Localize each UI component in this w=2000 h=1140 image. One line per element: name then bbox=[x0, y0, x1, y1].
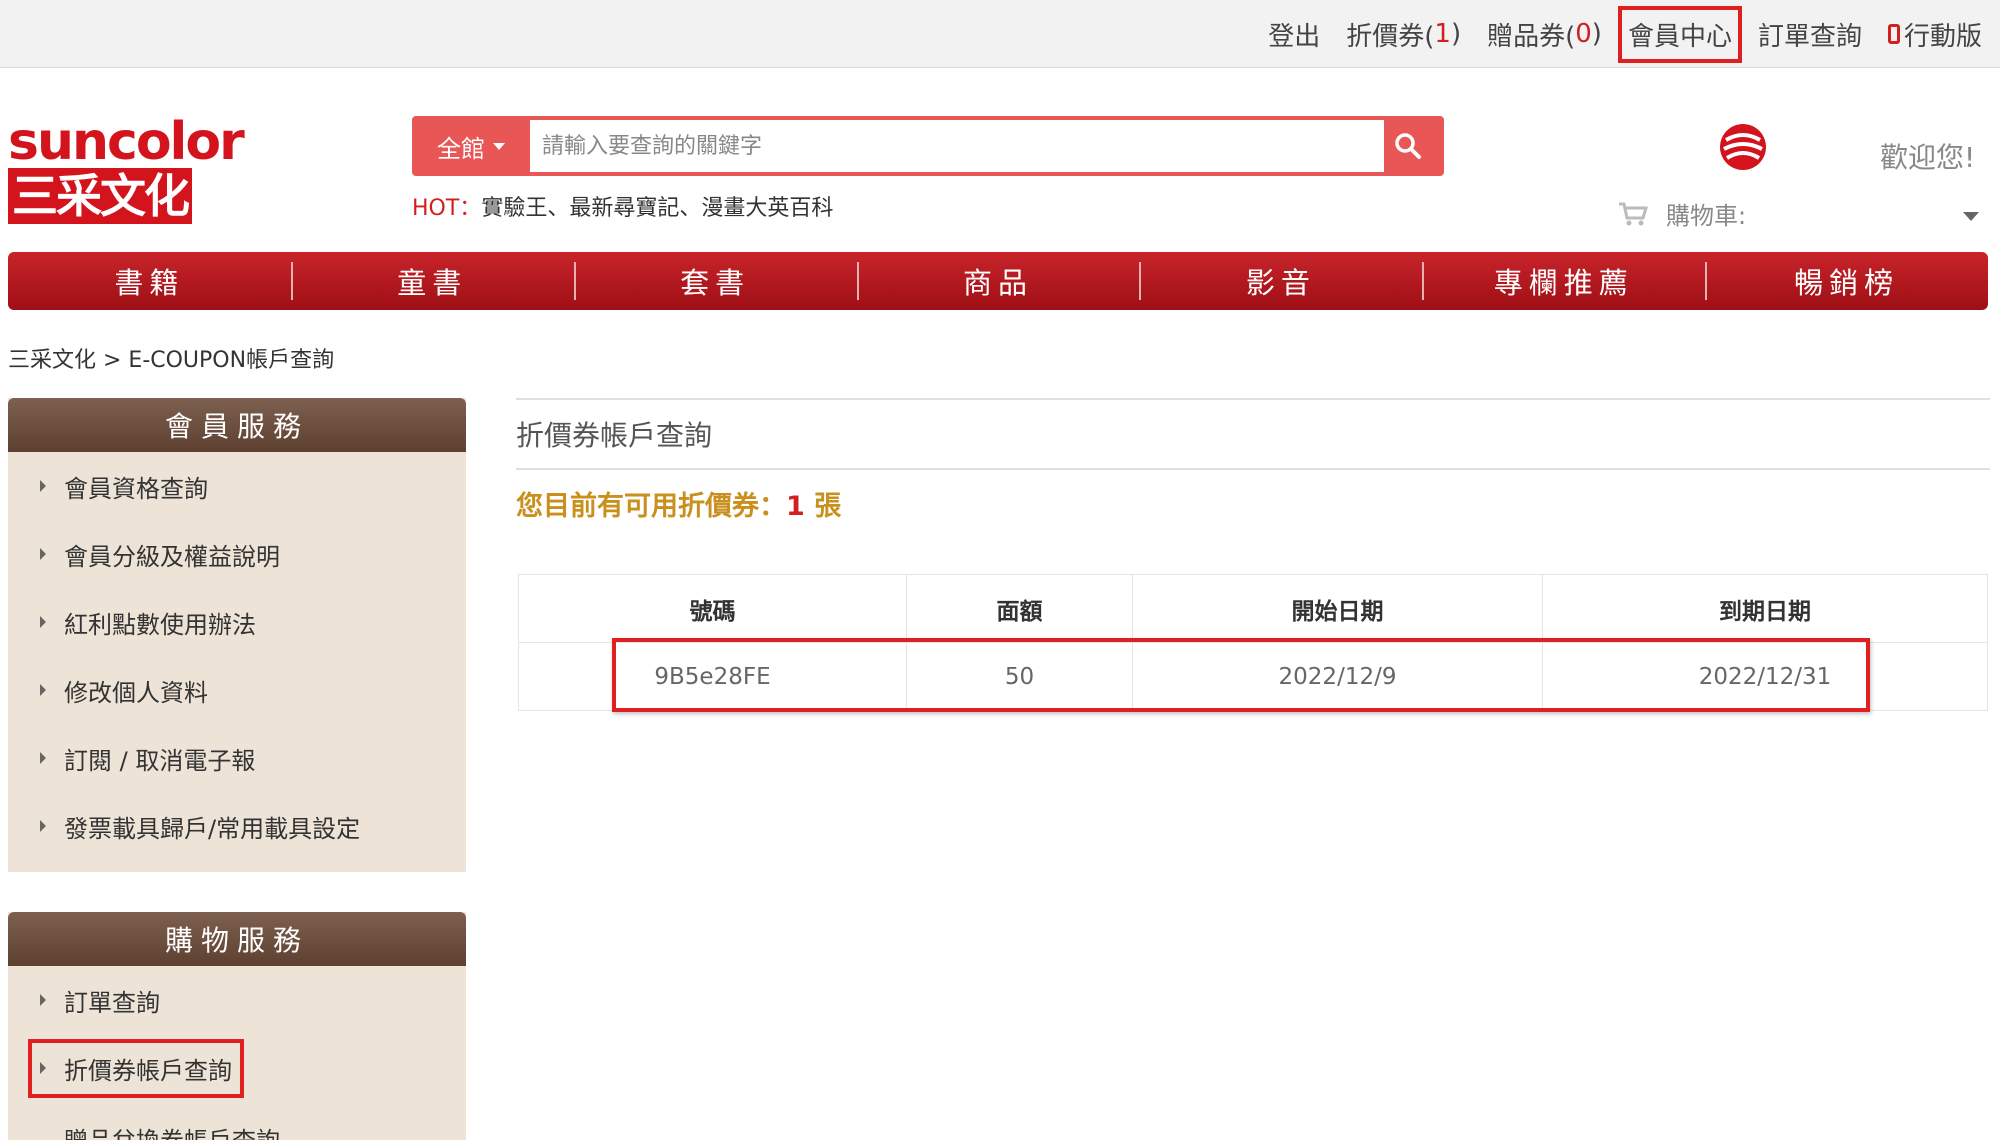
sidebar-item-label: 發票載具歸戶/常用載具設定 bbox=[64, 814, 361, 843]
sidebar-item-newsletter[interactable]: 訂閱 / 取消電子報 bbox=[8, 724, 466, 792]
search-input[interactable] bbox=[530, 120, 1384, 172]
member-services-panel: 會員服務 會員資格查詢 會員分級及權益說明 紅利點數使用辦法 修改個人資料 訂閱… bbox=[8, 398, 466, 872]
coupon-close-paren: ) bbox=[1450, 19, 1462, 49]
caret-right-icon bbox=[40, 616, 46, 628]
search-button[interactable] bbox=[1372, 116, 1444, 176]
cart-link[interactable]: 購物車: bbox=[1618, 196, 1746, 231]
sidebar-item-order-query[interactable]: 訂單查詢 bbox=[8, 966, 466, 1034]
active-item-highlight: 折價券帳戶查詢 bbox=[28, 1038, 244, 1098]
sidebar-item-gift-voucher[interactable]: 贈品兌換券帳戶查詢 bbox=[8, 1102, 466, 1140]
coupon-code-cell: 9B5e28FE bbox=[518, 642, 907, 711]
available-suffix: 張 bbox=[804, 491, 842, 522]
caret-right-icon bbox=[40, 820, 46, 832]
sidebar-item-label: 訂單查詢 bbox=[64, 988, 160, 1017]
logo-wordmark: suncolor bbox=[8, 112, 245, 172]
table-header-row: 號碼 面額 開始日期 到期日期 bbox=[518, 574, 1988, 643]
nav-item-bestsellers[interactable]: 暢銷榜 bbox=[1705, 252, 1988, 310]
nav-item-media[interactable]: 影音 bbox=[1139, 252, 1422, 310]
welcome-text: 歡迎您! bbox=[1880, 141, 1976, 174]
caret-right-icon bbox=[40, 548, 46, 560]
search-icon bbox=[1395, 133, 1421, 159]
sidebar-item-label: 折價券帳戶查詢 bbox=[64, 1056, 232, 1085]
coupon-end-date-cell: 2022/12/31 bbox=[1542, 642, 1988, 711]
sidebar-item-label: 會員資格查詢 bbox=[64, 474, 208, 503]
sidebar-item-invoice-carrier[interactable]: 發票載具歸戶/常用載具設定 bbox=[8, 792, 466, 860]
member-center-link[interactable]: 會員中心 bbox=[1617, 5, 1742, 63]
available-prefix: 您目前有可用折價券： bbox=[516, 491, 786, 522]
caret-right-icon bbox=[40, 684, 46, 696]
column-header-code: 號碼 bbox=[518, 574, 907, 643]
cart-icon bbox=[1619, 202, 1648, 225]
page-title: 折價券帳戶查詢 bbox=[516, 398, 1990, 470]
top-bar: 登出 折價券(1) 贈品券(0) 會員中心 訂單查詢 行動版 bbox=[0, 0, 2000, 68]
logo-chinese: 三采文化 bbox=[8, 168, 192, 224]
sidebar-item-label: 會員分級及權益說明 bbox=[64, 542, 280, 571]
sidebar-item-coupon-account[interactable]: 折價券帳戶查詢 bbox=[8, 1034, 466, 1102]
coupon-start-date-cell: 2022/12/9 bbox=[1132, 642, 1543, 711]
sidebar-item-bonus-points[interactable]: 紅利點數使用辦法 bbox=[8, 588, 466, 656]
sidebar-item-label: 訂閱 / 取消電子報 bbox=[64, 746, 256, 775]
nav-item-books[interactable]: 書籍 bbox=[8, 252, 291, 310]
column-header-value: 面額 bbox=[906, 574, 1133, 643]
member-services-title: 會員服務 bbox=[8, 398, 466, 452]
sidebar-item-label: 修改個人資料 bbox=[64, 678, 208, 707]
hot-keywords: HOT：實驗王、最新尋寶記、漫畫大英百科 bbox=[412, 190, 833, 222]
order-query-link[interactable]: 訂單查詢 bbox=[1758, 16, 1862, 53]
sidebar-item-label: 紅利點數使用辦法 bbox=[64, 610, 256, 639]
hot-keywords-list[interactable]: 實驗王、最新尋寶記、漫畫大英百科 bbox=[481, 196, 833, 221]
gift-link-label: 贈品券( bbox=[1487, 21, 1576, 52]
mobile-version-link[interactable]: 行動版 bbox=[1887, 16, 1982, 53]
column-header-start-date: 開始日期 bbox=[1132, 574, 1543, 643]
caret-right-icon bbox=[40, 1062, 46, 1074]
coupon-value-cell: 50 bbox=[906, 642, 1133, 711]
coupon-link[interactable]: 折價券(1) bbox=[1346, 16, 1461, 53]
coupon-count: 1 bbox=[1434, 19, 1451, 49]
caret-right-icon bbox=[40, 752, 46, 764]
sidebar-item-member-levels[interactable]: 會員分級及權益說明 bbox=[8, 520, 466, 588]
logout-link[interactable]: 登出 bbox=[1268, 16, 1320, 53]
gift-close-paren: ) bbox=[1591, 19, 1602, 49]
available-coupons-notice: 您目前有可用折價券：1 張 bbox=[516, 484, 1990, 523]
gift-link[interactable]: 贈品券(0) bbox=[1487, 16, 1602, 53]
brand-emblem-icon bbox=[1720, 124, 1766, 170]
search-category-label: 全館 bbox=[437, 134, 485, 163]
column-header-end-date: 到期日期 bbox=[1542, 574, 1988, 643]
coupon-table: 號碼 面額 開始日期 到期日期 9B5e28FE 50 2022/12/9 20… bbox=[518, 574, 1988, 711]
shopping-services-panel: 購物服務 訂單查詢 折價券帳戶查詢 贈品兌換券帳戶查詢 bbox=[8, 912, 466, 1140]
sidebar-item-label: 贈品兌換券帳戶查詢 bbox=[64, 1121, 280, 1140]
mobile-version-label: 行動版 bbox=[1903, 21, 1982, 52]
hot-label: HOT： bbox=[412, 196, 482, 221]
main-content: 折價券帳戶查詢 您目前有可用折價券：1 張 bbox=[516, 398, 1990, 523]
search-bar: 全館 bbox=[412, 116, 1444, 176]
coupon-link-label: 折價券( bbox=[1346, 21, 1435, 52]
breadcrumb[interactable]: 三采文化 > E-COUPON帳戶查詢 bbox=[8, 342, 334, 374]
chevron-down-icon bbox=[493, 142, 505, 150]
main-nav: 書籍 童書 套書 商品 影音 專欄推薦 暢銷榜 bbox=[8, 252, 1988, 310]
caret-right-icon bbox=[40, 994, 46, 1006]
site-logo[interactable]: suncolor 三采文化 bbox=[8, 112, 245, 224]
nav-item-columns[interactable]: 專欄推薦 bbox=[1422, 252, 1705, 310]
top-links: 登出 折價券(1) 贈品券(0) 會員中心 訂單查詢 行動版 bbox=[1242, 0, 1982, 68]
sidebar-item-membership[interactable]: 會員資格查詢 bbox=[8, 452, 466, 520]
gift-count: 0 bbox=[1575, 19, 1592, 49]
search-category-select[interactable]: 全館 bbox=[412, 116, 530, 176]
shopping-services-title: 購物服務 bbox=[8, 912, 466, 966]
nav-item-sets[interactable]: 套書 bbox=[573, 252, 857, 310]
table-row: 9B5e28FE 50 2022/12/9 2022/12/31 bbox=[518, 642, 1988, 711]
mobile-phone-icon bbox=[1887, 24, 1900, 44]
cart-label: 購物車: bbox=[1666, 202, 1747, 230]
chevron-down-icon[interactable] bbox=[1963, 212, 1979, 221]
nav-item-products[interactable]: 商品 bbox=[856, 252, 1140, 310]
sidebar-item-edit-profile[interactable]: 修改個人資料 bbox=[8, 656, 466, 724]
available-count: 1 bbox=[786, 491, 805, 522]
nav-item-children[interactable]: 童書 bbox=[290, 252, 574, 310]
caret-right-icon bbox=[40, 480, 46, 492]
